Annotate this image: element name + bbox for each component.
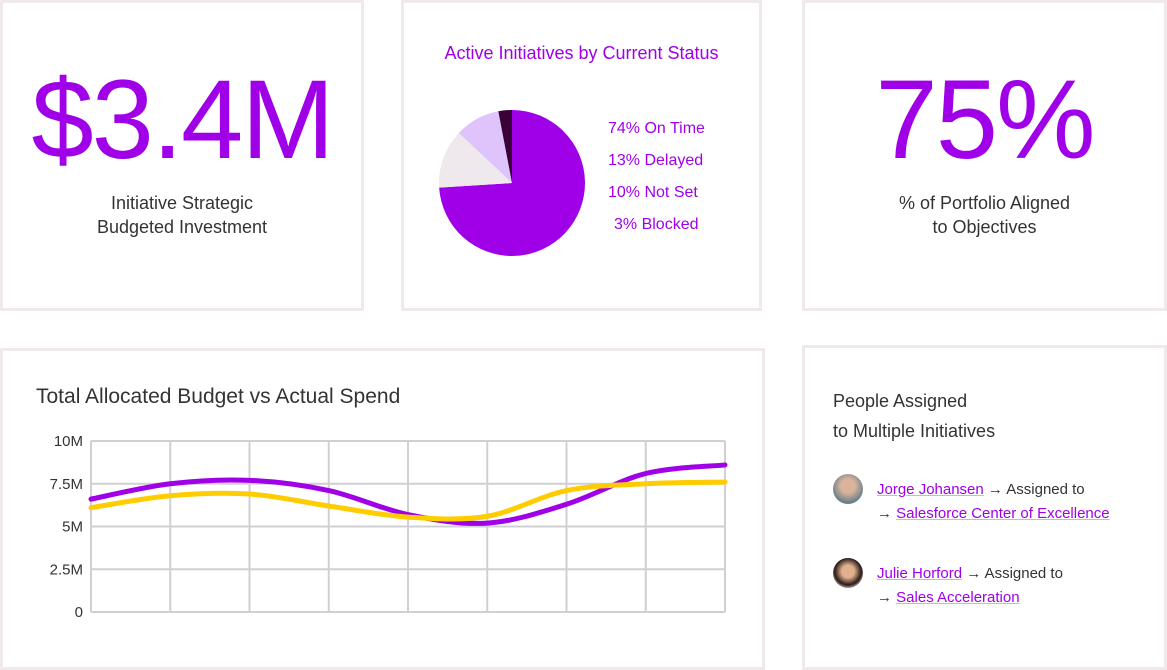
y-tick-label: 0 [75, 604, 83, 621]
legend-item: 13% Delayed [608, 152, 704, 169]
legend-item: 3% Blocked [614, 216, 699, 233]
budget-card: $3.4M Initiative Strategic Budgeted Inves… [0, 0, 364, 311]
budget-chart-card: Total Allocated Budget vs Actual Spend 0… [0, 348, 765, 670]
y-tick-label: 2.5M [50, 561, 83, 578]
person-item: Jorge Johansen → Assigned to → Salesforc… [877, 481, 1110, 522]
initiative-link[interactable]: Salesforce Center of Excellence [896, 505, 1109, 522]
status-pie-chart [439, 110, 585, 256]
people-title: People Assigned to Multiple Initiatives [833, 391, 996, 441]
alignment-caption: % of Portfolio Aligned to Objectives [898, 193, 1071, 237]
person-item: Julie Horford → Assigned to → Sales Acce… [877, 565, 1063, 606]
budget-caption: Initiative Strategic Budgeted Investment [96, 193, 268, 237]
legend-item: 74% On Time [608, 120, 705, 137]
person-link[interactable]: Julie Horford [877, 565, 962, 582]
legend-item: 10% Not Set [608, 184, 698, 201]
status-card: Active Initiatives by Current Status 74%… [401, 0, 762, 311]
alignment-value: 75% [875, 57, 1095, 182]
pie-title: Active Initiatives by Current Status [444, 43, 719, 63]
y-tick-label: 7.5M [50, 476, 83, 493]
initiative-link[interactable]: Sales Acceleration [896, 589, 1019, 606]
y-tick-label: 10M [54, 433, 83, 450]
budget-line-chart: 0 2.5M 5M 7.5M 10M [50, 433, 728, 621]
avatar-julie [833, 558, 863, 588]
person-link[interactable]: Jorge Johansen [877, 481, 984, 498]
avatar-jorge [833, 474, 863, 504]
y-tick-label: 5M [62, 519, 83, 536]
people-card: People Assigned to Multiple Initiatives J… [802, 345, 1167, 670]
budget-value: $3.4M [31, 57, 334, 182]
alignment-card: 75% % of Portfolio Aligned to Objectives [802, 0, 1167, 311]
